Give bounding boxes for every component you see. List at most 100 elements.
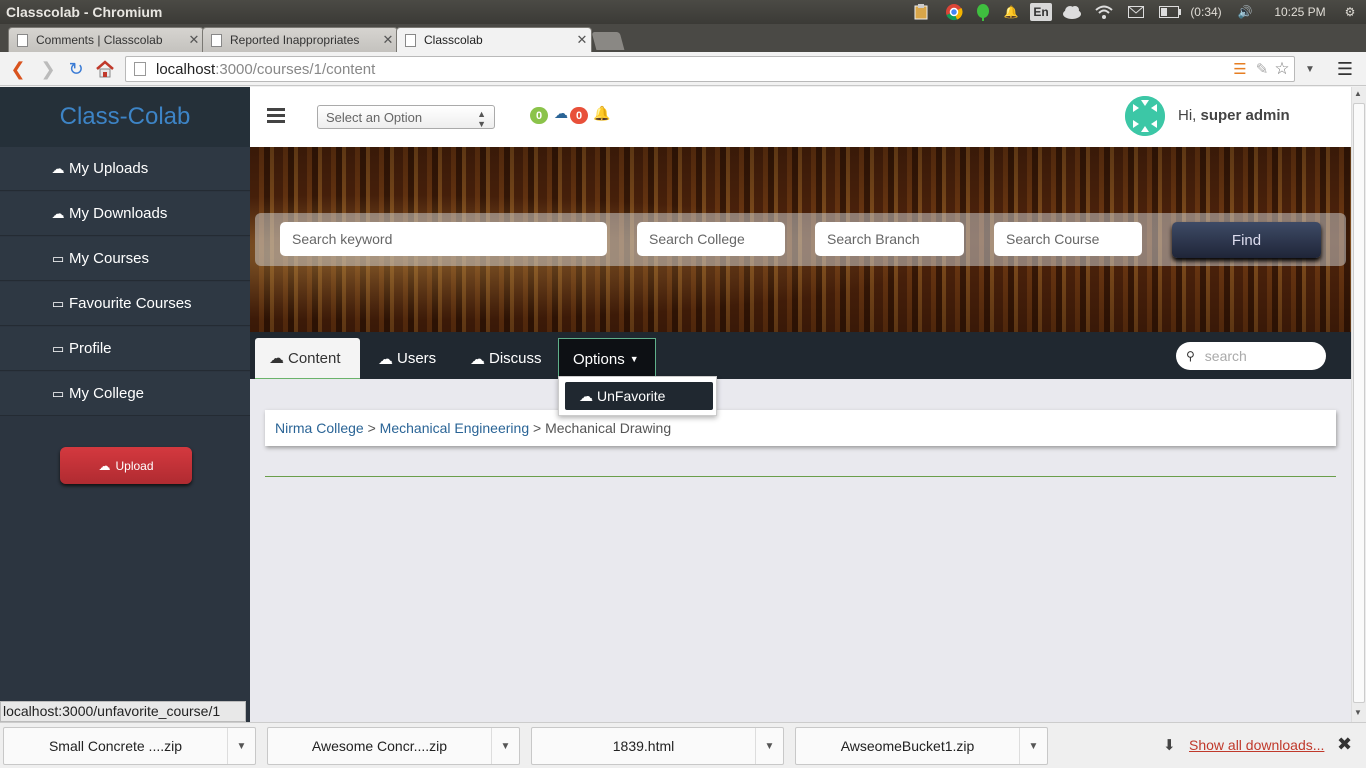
sidebar-item-label: My Uploads <box>69 160 149 177</box>
chevron-down-icon[interactable]: ▼ <box>227 728 255 764</box>
cloud-download-icon[interactable]: ☁ <box>554 105 568 122</box>
tab-search-input[interactable]: ⚲ search <box>1176 342 1326 370</box>
cloud-sync-icon[interactable] <box>1060 3 1084 21</box>
cloud-icon: ☁ <box>470 350 485 368</box>
chevron-down-icon[interactable]: ▼ <box>1298 57 1322 81</box>
new-tab-button[interactable] <box>591 32 625 50</box>
chevron-down-icon[interactable]: ▼ <box>491 728 519 764</box>
browser-tab-active[interactable]: Classcolab ✕ <box>396 27 592 52</box>
breadcrumb-separator: > <box>533 420 542 436</box>
cloud-upload-icon: ☁ <box>51 160 65 176</box>
red-count-badge[interactable]: 0 <box>570 107 588 124</box>
book-icon: ▭ <box>51 385 65 401</box>
breadcrumb-college-link[interactable]: Nirma College <box>275 420 364 436</box>
browser-tab[interactable]: Reported Inappropriates ✕ <box>202 27 398 52</box>
divider <box>265 476 1336 477</box>
book-icon: ▭ <box>51 250 65 266</box>
close-icon[interactable]: ✕ <box>185 32 203 48</box>
tab-title: Classcolab <box>424 33 483 47</box>
cloud-upload-icon: ☁ <box>98 458 111 473</box>
close-icon[interactable]: ✕ <box>573 32 591 48</box>
search-icon: ⚲ <box>1186 349 1195 363</box>
tab-options-dropdown[interactable]: Options ▼ <box>558 338 656 379</box>
download-filename: Awesome Concr....zip <box>311 738 448 754</box>
show-all-downloads-link[interactable]: Show all downloads... <box>1189 737 1324 753</box>
bell-icon[interactable]: 🔔 <box>593 105 610 122</box>
forward-icon[interactable]: ❯ <box>36 57 60 81</box>
tab-label: Content <box>288 349 341 367</box>
course-search-input[interactable]: Search Course <box>994 222 1142 256</box>
download-item[interactable]: 1839.html ▼ <box>531 727 784 765</box>
reload-icon[interactable]: ↻ <box>64 57 88 81</box>
gear-icon[interactable]: ⚙ <box>1340 3 1360 21</box>
user-greeting[interactable]: Hi, super admin <box>1178 107 1290 124</box>
scroll-down-icon[interactable]: ▼ <box>1354 708 1362 717</box>
clock[interactable]: 10:25 PM <box>1268 3 1332 21</box>
back-icon[interactable]: ❮ <box>6 57 30 81</box>
leaf-icon[interactable] <box>974 3 992 21</box>
branch-search-input[interactable]: Search Branch <box>815 222 964 256</box>
download-item[interactable]: AwseomeBucket1.zip ▼ <box>795 727 1048 765</box>
sidebar-item-profile[interactable]: ▭ Profile <box>0 327 250 371</box>
tab-discuss[interactable]: ☁ Discuss <box>456 338 556 379</box>
unfavorite-menu-item[interactable]: ☁ UnFavorite <box>565 382 713 410</box>
tab-users[interactable]: ☁ Users <box>364 338 450 379</box>
sidebar-item-my-uploads[interactable]: ☁ My Uploads <box>0 147 250 191</box>
bookmark-star-icon[interactable]: ☆ <box>1270 57 1294 81</box>
avatar[interactable] <box>1125 96 1165 136</box>
keyword-search-input[interactable]: Search keyword <box>280 222 607 256</box>
option-select[interactable]: Select an Option ▲ ▼ <box>317 105 495 129</box>
close-icon[interactable]: ✖ <box>1337 734 1352 755</box>
tab-content[interactable]: ☁ Content <box>255 338 360 379</box>
cloud-download-icon: ☁ <box>51 205 65 221</box>
scrollbar-thumb[interactable] <box>1353 103 1365 703</box>
keyboard-language-indicator[interactable]: En <box>1030 3 1052 21</box>
breadcrumb-branch-link[interactable]: Mechanical Engineering <box>380 420 529 436</box>
chevron-down-icon[interactable]: ▼ <box>1019 728 1047 764</box>
green-count-badge[interactable]: 0 <box>530 107 548 124</box>
brand-logo[interactable]: Class-Colab <box>0 87 250 147</box>
tab-label: Discuss <box>489 350 542 367</box>
page-icon <box>134 62 146 76</box>
volume-icon[interactable]: 🔊 <box>1234 3 1256 21</box>
breadcrumb: Nirma College > Mechanical Engineering >… <box>265 410 1336 446</box>
wifi-icon[interactable] <box>1093 3 1115 21</box>
search-panel: Search keyword Search College Search Bra… <box>255 213 1346 266</box>
search-placeholder: search <box>1204 348 1247 364</box>
chrome-icon[interactable] <box>944 3 964 21</box>
sidebar-item-my-downloads[interactable]: ☁ My Downloads <box>0 192 250 236</box>
notification-bell-icon[interactable]: 🔔 <box>1002 3 1020 21</box>
sidebar-item-favourite-courses[interactable]: ▭ Favourite Courses <box>0 282 250 326</box>
course-tabs: ☁ Content ☁ Users ☁ Discuss Options ▼ ⚲ searc… <box>250 332 1351 379</box>
upload-button[interactable]: ☁ Upload <box>60 447 192 484</box>
sidebar: Class-Colab ☁ My Uploads ☁ My Downloads ▭ M… <box>0 87 250 723</box>
tab-title: Reported Inappropriates <box>230 33 360 47</box>
clipboard-icon[interactable] <box>912 3 930 21</box>
mail-icon[interactable] <box>1126 3 1146 21</box>
main-content: Nirma College > Mechanical Engineering >… <box>250 379 1351 723</box>
greeting-prefix: Hi, <box>1178 107 1197 124</box>
scroll-up-icon[interactable]: ▲ <box>1354 89 1362 98</box>
chevron-down-icon[interactable]: ▼ <box>755 728 783 764</box>
extension-icon[interactable]: ☰ <box>1228 57 1252 81</box>
page-scrollbar[interactable]: ▲ ▼ <box>1351 87 1366 723</box>
download-item[interactable]: Awesome Concr....zip ▼ <box>267 727 520 765</box>
sidebar-item-my-college[interactable]: ▭ My College <box>0 372 250 416</box>
hamburger-menu-icon[interactable] <box>267 108 285 124</box>
find-button[interactable]: Find <box>1172 222 1321 258</box>
home-icon[interactable] <box>93 57 117 81</box>
menu-icon[interactable]: ☰ <box>1333 57 1357 81</box>
close-icon[interactable]: ✕ <box>379 32 397 48</box>
breadcrumb-current: Mechanical Drawing <box>545 420 672 436</box>
sidebar-item-my-courses[interactable]: ▭ My Courses <box>0 237 250 281</box>
page-icon <box>405 33 416 47</box>
battery-icon[interactable] <box>1157 3 1183 21</box>
browser-tab[interactable]: Comments | Classcolab ✕ <box>8 27 204 52</box>
menu-item-label: UnFavorite <box>597 388 666 404</box>
address-bar[interactable]: localhost:3000/courses/1/content <box>125 56 1295 82</box>
cloud-icon: ☁ <box>269 350 284 367</box>
college-search-input[interactable]: Search College <box>637 222 785 256</box>
download-item[interactable]: Small Concrete ....zip ▼ <box>3 727 256 765</box>
tab-label: Options <box>573 350 625 368</box>
caret-down-icon: ▼ <box>629 354 639 364</box>
